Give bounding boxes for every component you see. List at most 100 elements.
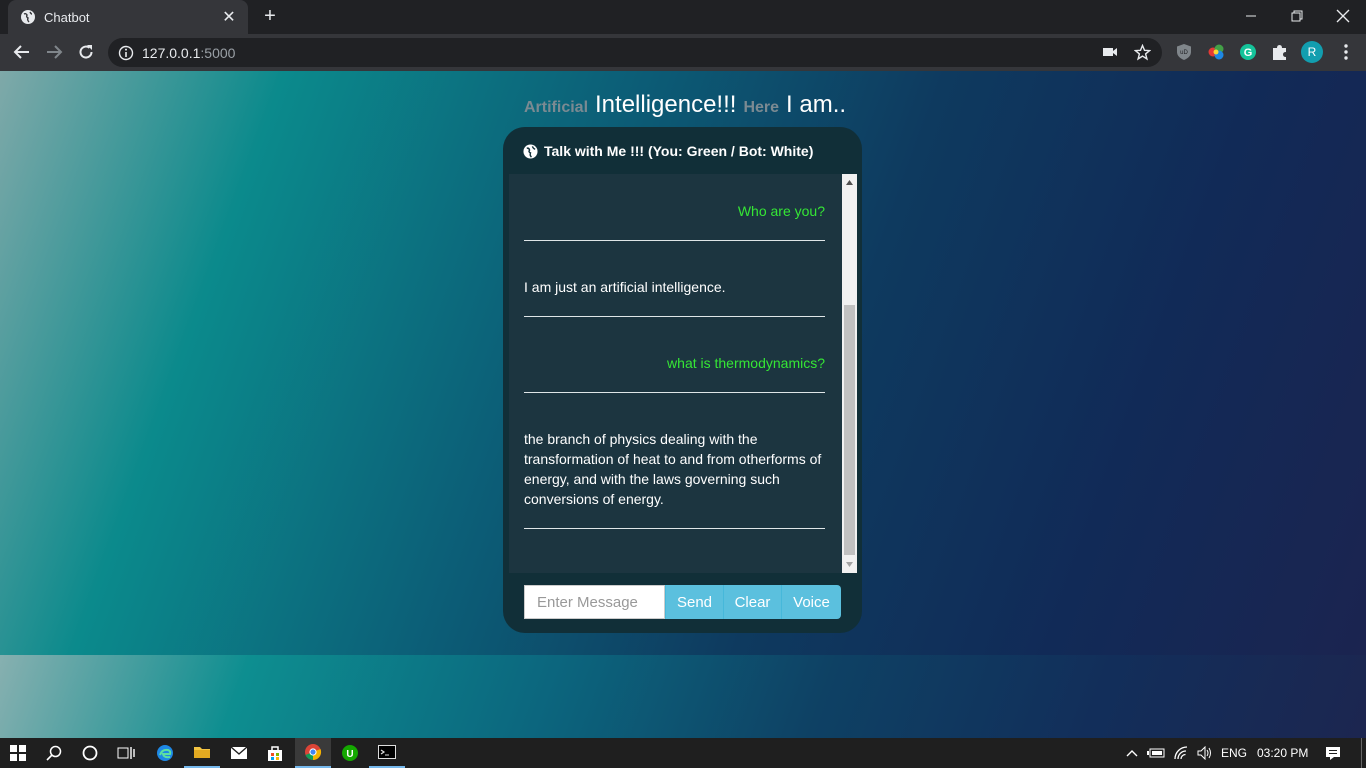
terminal-icon: [378, 745, 396, 759]
windows-logo-icon: [10, 745, 26, 761]
info-icon[interactable]: [118, 45, 134, 61]
globe-icon: [21, 10, 35, 24]
page-footer-background: [0, 655, 1366, 738]
browser-tab[interactable]: Chatbot ✕: [8, 0, 248, 34]
message-divider: [524, 240, 825, 241]
scroll-up-button[interactable]: [842, 174, 857, 191]
svg-text:G: G: [1244, 47, 1253, 59]
message-input[interactable]: [524, 585, 665, 619]
chrome-menu-button[interactable]: [1335, 41, 1357, 63]
task-view-icon: [117, 747, 135, 759]
send-button[interactable]: Send: [665, 585, 723, 619]
scroll-thumb[interactable]: [844, 305, 855, 555]
upwork-taskbar-button[interactable]: U: [332, 738, 368, 768]
network-indicator[interactable]: [1169, 738, 1193, 768]
message-composer: Send Clear Voice: [524, 585, 841, 619]
minimize-icon: [1246, 15, 1256, 17]
url-host: 127.0.0.1: [142, 44, 201, 61]
grammarly-icon: G: [1240, 44, 1256, 60]
avatar-initial: R: [1307, 45, 1317, 59]
message-divider: [524, 316, 825, 317]
address-bar[interactable]: 127.0.0.1:5000: [108, 38, 1162, 67]
chrome-icon: [305, 744, 322, 761]
search-button[interactable]: [36, 738, 72, 768]
close-window-button[interactable]: [1320, 0, 1366, 32]
tab-title: Chatbot: [44, 9, 90, 25]
url-text: 127.0.0.1:5000: [142, 45, 235, 61]
chat-scrollbar[interactable]: [842, 174, 857, 573]
task-view-button[interactable]: [108, 738, 144, 768]
mail-taskbar-button[interactable]: [221, 738, 257, 768]
close-tab-icon[interactable]: ✕: [220, 7, 238, 27]
restore-icon: [1291, 10, 1303, 22]
svg-text:uD: uD: [1180, 50, 1188, 56]
cortana-button[interactable]: [72, 738, 108, 768]
bot-message: I am just an artificial intelligence.: [524, 279, 726, 295]
terminal-taskbar-button[interactable]: [369, 738, 405, 768]
close-icon: [1336, 9, 1350, 23]
user-message: Who are you?: [737, 203, 825, 219]
search-icon: [46, 745, 62, 761]
battery-indicator[interactable]: [1144, 738, 1168, 768]
extensions-button[interactable]: [1269, 41, 1291, 63]
puzzle-icon: [1273, 45, 1286, 60]
restore-button[interactable]: [1274, 0, 1320, 32]
palette-icon: [1208, 44, 1224, 60]
tab-strip: Chatbot ✕ +: [0, 0, 1366, 34]
volume-indicator[interactable]: [1193, 738, 1217, 768]
page-headline: Artificial Intelligence!!! Here I am..: [524, 91, 846, 119]
upwork-icon: U: [342, 745, 358, 761]
bookmark-star-icon[interactable]: [1134, 44, 1151, 61]
chat-messages[interactable]: Who are you? I am just an artificial int…: [509, 174, 857, 573]
color-extension-icon[interactable]: [1205, 41, 1227, 63]
message-divider: [524, 528, 825, 529]
start-button[interactable]: [0, 738, 36, 768]
new-tab-button[interactable]: +: [258, 6, 282, 28]
headline-word-intelligence: Intelligence!!!: [595, 91, 737, 118]
arrow-left-icon: [13, 45, 29, 59]
chat-header: Talk with Me !!! (You: Green / Bot: Whit…: [523, 143, 813, 159]
grammarly-extension-icon[interactable]: G: [1237, 41, 1259, 63]
caret-up-icon: [846, 180, 853, 185]
url-port: :5000: [200, 44, 236, 61]
shield-icon: uD: [1177, 44, 1191, 60]
mail-icon: [230, 746, 248, 759]
profile-avatar[interactable]: R: [1301, 41, 1323, 63]
user-message: what is thermodynamics?: [667, 355, 825, 371]
message-divider: [524, 392, 825, 393]
chat-panel: Talk with Me !!! (You: Green / Bot: Whit…: [503, 127, 862, 633]
back-button[interactable]: [10, 40, 34, 64]
reload-icon: [79, 45, 93, 59]
ublock-extension-icon[interactable]: uD: [1173, 41, 1195, 63]
store-bag-icon: [268, 746, 282, 761]
edge-icon: [157, 745, 173, 761]
chrome-taskbar-button[interactable]: [295, 738, 331, 768]
reload-button[interactable]: [74, 40, 98, 64]
file-explorer-taskbar-button[interactable]: [184, 738, 220, 768]
svg-text:U: U: [346, 749, 353, 760]
minimize-button[interactable]: [1228, 0, 1274, 32]
notification-icon: [1326, 746, 1340, 760]
clock[interactable]: 03:20 PM: [1257, 738, 1308, 768]
browser-toolbar: 127.0.0.1:5000 uD G R: [0, 34, 1366, 71]
battery-icon: [1147, 748, 1165, 758]
chevron-up-icon: [1126, 750, 1138, 757]
store-taskbar-button[interactable]: [257, 738, 293, 768]
action-center-button[interactable]: [1318, 738, 1348, 768]
taskbar: U ENG 03:20 PM: [0, 738, 1366, 768]
headline-word-artificial: Artificial: [524, 99, 589, 116]
show-desktop-button[interactable]: [1361, 738, 1366, 768]
edge-taskbar-button[interactable]: [147, 738, 183, 768]
forward-button[interactable]: [42, 40, 66, 64]
language-indicator[interactable]: ENG: [1221, 738, 1247, 768]
globe-icon: [523, 143, 538, 159]
bot-message: the branch of physics dealing with the t…: [524, 431, 822, 507]
voice-button[interactable]: Voice: [781, 585, 841, 619]
arrow-right-icon: [47, 45, 63, 59]
camera-icon[interactable]: [1102, 45, 1118, 59]
show-hidden-icons-button[interactable]: [1121, 738, 1143, 768]
more-vertical-icon: [1344, 44, 1348, 60]
speaker-icon: [1197, 746, 1211, 760]
clear-button[interactable]: Clear: [723, 585, 781, 619]
scroll-down-button[interactable]: [842, 556, 857, 573]
